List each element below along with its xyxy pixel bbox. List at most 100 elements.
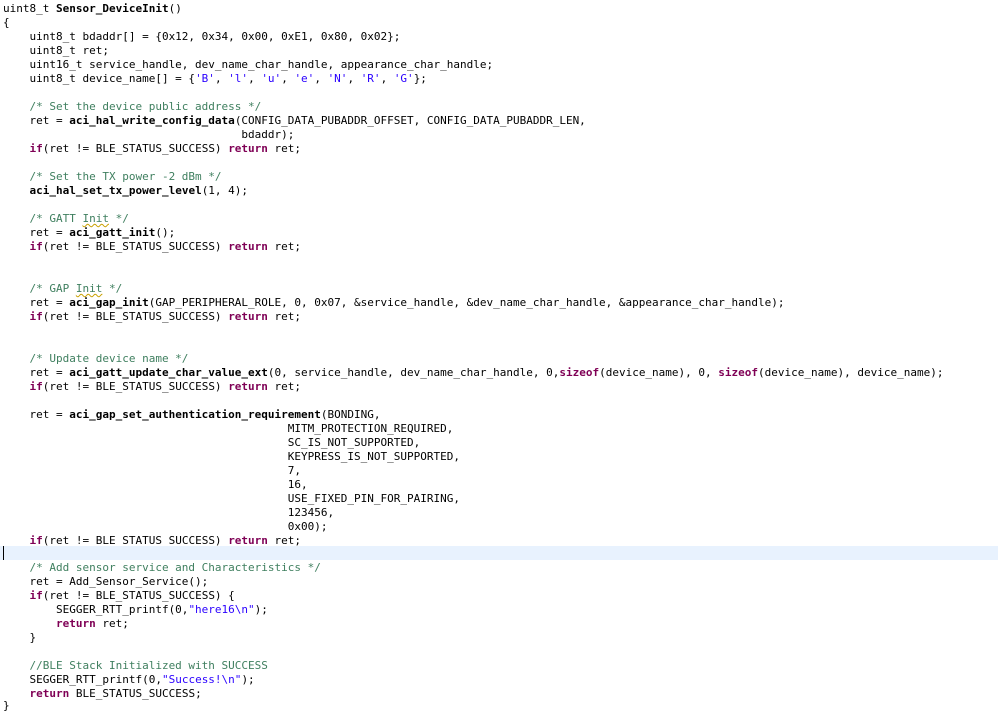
- current-line-highlight[interactable]: [0, 546, 998, 560]
- code-line: if(ret != BLE_STATUS_SUCCESS) return ret…: [0, 240, 998, 254]
- code-text: );: [241, 673, 255, 686]
- code-line: ret = aci_gatt_init();: [0, 226, 998, 240]
- code-text: ,: [380, 72, 394, 85]
- code-line: USE_FIXED_PIN_FOR_PAIRING,: [3, 492, 460, 505]
- code-line: uint16_t service_handle, dev_name_char_h…: [3, 58, 494, 71]
- code-line: }: [3, 699, 10, 712]
- code-line: if(ret != BLE_STATUS_SUCCESS) return ret…: [0, 380, 998, 394]
- code-text: (ret != BLE_STATUS_SUCCESS): [42, 142, 229, 155]
- keyword: return: [228, 380, 268, 393]
- code-line: ret = aci_gap_init(GAP_PERIPHERAL_ROLE, …: [0, 296, 998, 310]
- keyword: sizeof: [559, 366, 600, 379]
- code-text: /* GAP: [3, 282, 76, 295]
- code-text: ret =: [3, 114, 70, 127]
- code-line: uint8_t ret;: [3, 44, 109, 57]
- code-text: uint8_t: [3, 2, 56, 15]
- code-line: bdaddr);: [3, 128, 295, 141]
- code-text: (ret != BLE_STATUS_SUCCESS): [42, 240, 229, 253]
- code-comment: /* Set the device public address */: [3, 100, 262, 113]
- keyword: if: [29, 142, 43, 155]
- code-text: (0, service_handle, dev_name_char_handle…: [267, 366, 560, 379]
- char-literal: 'R': [360, 72, 381, 85]
- code-comment: /* GAP Init */: [0, 282, 998, 296]
- code-text: ,: [248, 72, 262, 85]
- code-text: (1, 4);: [201, 184, 249, 197]
- code-text: (device_name), 0,: [599, 366, 719, 379]
- keyword: if: [29, 380, 43, 393]
- function-name: aci_gap_init: [69, 296, 149, 309]
- keyword: return: [55, 617, 96, 630]
- code-text: ,: [314, 72, 328, 85]
- keyword: sizeof: [718, 366, 759, 379]
- char-literal: 'N': [327, 72, 348, 85]
- code-line: MITM_PROTECTION_REQUIRED,: [3, 422, 454, 435]
- code-line: SEGGER_RTT_printf(0,"here16\n");: [0, 603, 998, 617]
- code-text: ret;: [267, 310, 302, 323]
- code-line: KEYPRESS_IS_NOT_SUPPORTED,: [3, 450, 460, 463]
- code-text: (): [168, 2, 182, 15]
- code-line: ret = aci_hal_write_config_data(CONFIG_D…: [0, 114, 998, 128]
- keyword: if: [29, 310, 43, 323]
- code-comment: /* Update device name */: [3, 352, 189, 365]
- code-line: uint8_t bdaddr[] = {0x12, 0x34, 0x00, 0x…: [3, 30, 401, 43]
- string-literal: "here16\n": [188, 603, 255, 616]
- code-line: return ret;: [0, 617, 998, 631]
- code-text: ,: [281, 72, 295, 85]
- code-line: 7,: [3, 464, 302, 477]
- function-name: aci_hal_set_tx_power_level: [29, 184, 202, 197]
- code-text: ret =: [3, 366, 70, 379]
- char-literal: 'G': [393, 72, 414, 85]
- code-text: */: [108, 212, 129, 225]
- function-name: aci_gatt_init: [69, 226, 156, 239]
- keyword: if: [29, 589, 43, 602]
- code-comment: /* GATT Init */: [0, 212, 998, 226]
- code-text: ret =: [3, 226, 70, 239]
- keyword: return: [228, 310, 268, 323]
- char-literal: 'e': [294, 72, 315, 85]
- code-text: SEGGER_RTT_printf(0,: [3, 673, 162, 686]
- code-text: ret;: [267, 240, 302, 253]
- code-text: ret;: [95, 617, 129, 630]
- code-line: 123456,: [3, 506, 335, 519]
- code-text: ,: [347, 72, 361, 85]
- code-text: ret;: [267, 142, 302, 155]
- char-literal: 'u': [261, 72, 282, 85]
- char-literal: 'B': [195, 72, 215, 85]
- code-text: (ret != BLE_STATUS_SUCCESS) {: [42, 589, 235, 602]
- code-text: (BONDING,: [320, 408, 381, 421]
- keyword: return: [228, 142, 268, 155]
- code-line: ret = aci_gap_set_authentication_require…: [0, 408, 998, 422]
- code-editor[interactable]: uint8_t Sensor_DeviceInit() { uint8_t bd…: [0, 0, 998, 713]
- code-line: if(ret != BLE_STATUS_SUCCESS) return ret…: [0, 310, 998, 324]
- code-text: ret =: [3, 408, 70, 421]
- code-line: if(ret != BLE_STATUS_SUCCESS) {: [0, 589, 998, 603]
- code-text: /* GATT: [3, 212, 83, 225]
- string-literal: "Success!\n": [161, 673, 242, 686]
- code-line: SEGGER_RTT_printf(0,"Success!\n");: [0, 673, 998, 687]
- keyword: return: [228, 240, 268, 253]
- text-cursor: [3, 546, 4, 560]
- code-line: {: [3, 16, 10, 29]
- code-comment: /* Add sensor service and Characteristic…: [3, 561, 321, 574]
- spell-check-word: Init: [82, 212, 109, 225]
- code-text: ,: [214, 72, 229, 85]
- code-line: aci_hal_set_tx_power_level(1, 4);: [0, 184, 998, 198]
- code-text: };: [413, 72, 427, 85]
- function-name: Sensor_DeviceInit: [55, 2, 169, 15]
- code-text: (ret != BLE_STATUS_SUCCESS): [42, 310, 229, 323]
- code-comment: //BLE Stack Initialized with SUCCESS: [3, 659, 268, 672]
- code-comment: /* Set the TX power -2 dBm */: [3, 170, 222, 183]
- code-text: (CONFIG_DATA_PUBADDR_OFFSET, CONFIG_DATA…: [234, 114, 586, 127]
- code-line: ret = Add_Sensor_Service();: [3, 575, 209, 588]
- code-line: 0x00);: [3, 520, 328, 533]
- code-line: SC_IS_NOT_SUPPORTED,: [3, 436, 421, 449]
- code-text: SEGGER_RTT_printf(0,: [3, 603, 189, 616]
- code-text: (device_name), device_name);: [758, 366, 944, 379]
- code-line: ret = aci_gatt_update_char_value_ext(0, …: [0, 366, 998, 380]
- function-name: aci_gatt_update_char_value_ext: [69, 366, 268, 379]
